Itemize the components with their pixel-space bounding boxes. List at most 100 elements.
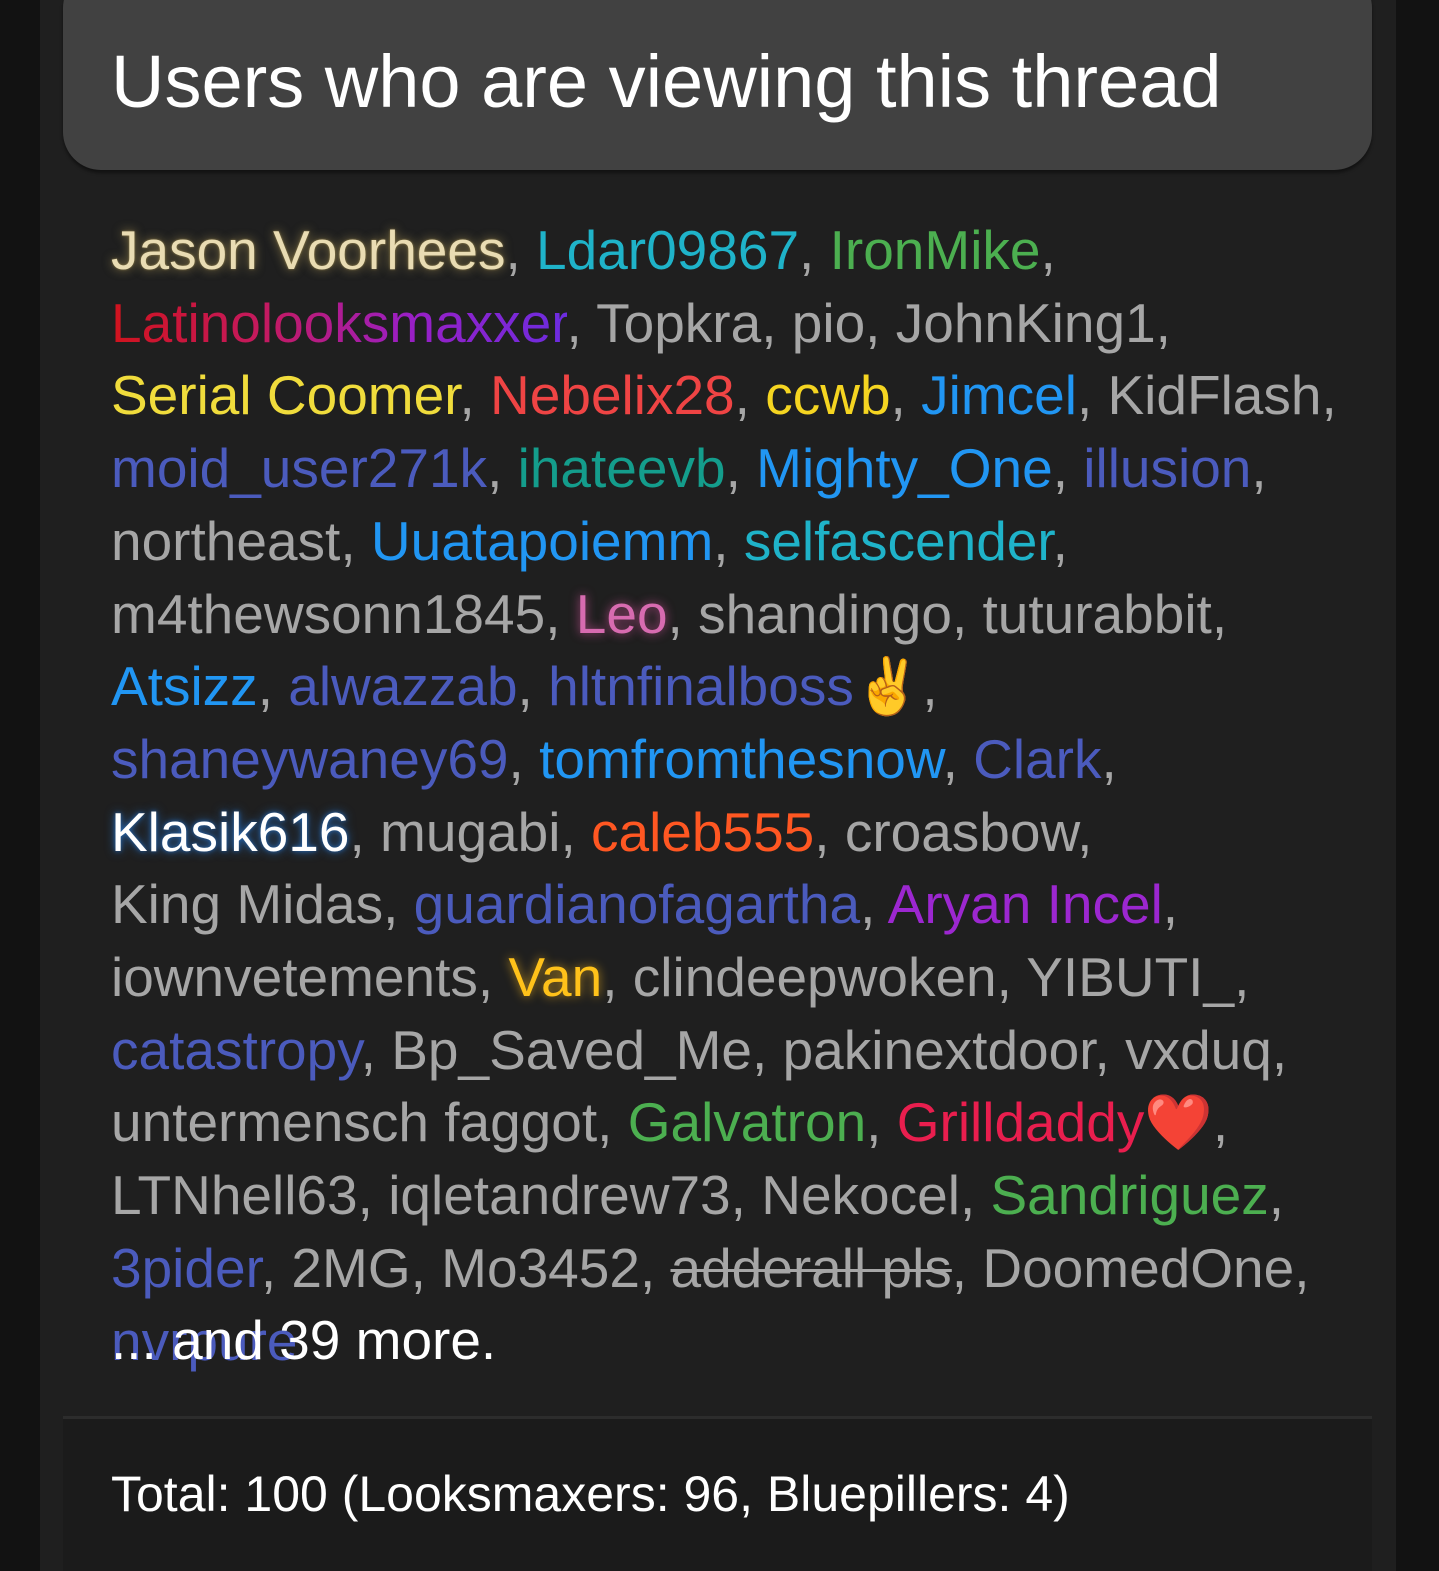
viewer-username-link[interactable]: 2MG bbox=[291, 1237, 410, 1299]
viewer-username-link[interactable]: pio bbox=[792, 292, 865, 354]
viewer-username-link[interactable]: Topkra bbox=[596, 292, 761, 354]
viewer-username-link[interactable]: vxduq bbox=[1125, 1019, 1272, 1081]
viewer-username-link[interactable]: LTNhell63 bbox=[111, 1164, 358, 1226]
username-separator: , bbox=[942, 727, 974, 790]
more-viewers-text: ... and 39 more. bbox=[111, 1309, 497, 1371]
viewer-username-link[interactable]: Jimcel bbox=[921, 364, 1077, 426]
thread-viewers-user-list: Jason Voorhees, Ldar09867, IronMike, Lat… bbox=[111, 214, 1341, 1377]
viewer-username-link[interactable]: Nekocel bbox=[761, 1164, 960, 1226]
viewer-username-link[interactable]: KidFlash bbox=[1108, 364, 1322, 426]
viewer-username-link[interactable]: shandingo bbox=[698, 583, 952, 645]
username-separator: , bbox=[1077, 800, 1093, 863]
viewer-username-link[interactable]: selfascender bbox=[744, 510, 1053, 572]
viewer-username-link[interactable]: Grilldaddy❤️ bbox=[897, 1091, 1213, 1153]
viewer-username-link[interactable]: IronMike bbox=[830, 219, 1041, 281]
username-separator: , bbox=[505, 219, 537, 281]
username-separator: , bbox=[340, 509, 371, 572]
viewer-username-link[interactable]: Klasik616 bbox=[111, 801, 349, 863]
username-separator: , bbox=[257, 655, 289, 718]
viewer-username-link[interactable]: Galvatron bbox=[628, 1091, 866, 1153]
username-separator: , bbox=[1162, 873, 1179, 936]
username-separator: , bbox=[487, 437, 518, 500]
viewer-username-link[interactable]: Uuatapoiemm bbox=[371, 510, 713, 572]
viewer-username-link[interactable]: JohnKing1 bbox=[896, 292, 1156, 354]
viewer-username-link[interactable]: DoomedOne bbox=[982, 1237, 1294, 1299]
viewer-username-link[interactable]: Mighty_One bbox=[756, 437, 1053, 499]
viewer-username-link[interactable]: tomfromthesnow bbox=[539, 728, 943, 790]
username-separator: , bbox=[1052, 437, 1084, 500]
viewer-username-link[interactable]: guardianofagartha bbox=[414, 873, 860, 935]
viewer-username-link[interactable]: Jason Voorhees bbox=[111, 219, 505, 281]
username-separator: , bbox=[1076, 364, 1108, 427]
viewer-username-link[interactable]: illusion bbox=[1083, 437, 1251, 499]
viewer-total-count: Total: 100 (Looksmaxers: 96, Bluepillers… bbox=[111, 1466, 1070, 1522]
username-separator: , bbox=[410, 1236, 442, 1299]
viewer-username-link[interactable]: untermensch faggot bbox=[111, 1091, 597, 1153]
viewer-username-link[interactable]: caleb555 bbox=[591, 801, 814, 863]
viewer-username-link[interactable]: Ldar09867 bbox=[536, 219, 799, 281]
username-separator: , bbox=[1211, 582, 1228, 645]
viewer-username-link[interactable]: alwazzab bbox=[288, 655, 517, 717]
viewer-username-link[interactable]: mugabi bbox=[380, 801, 560, 863]
viewer-username-link[interactable]: croasbow bbox=[845, 801, 1077, 863]
username-separator: , bbox=[865, 291, 896, 354]
viewer-username-link[interactable]: Serial Coomer bbox=[111, 364, 459, 426]
username-separator: , bbox=[1294, 1236, 1310, 1299]
viewer-username-link[interactable]: Clark bbox=[973, 728, 1101, 790]
username-separator: , bbox=[1101, 727, 1117, 790]
viewer-username-link[interactable]: catastropy bbox=[111, 1019, 361, 1081]
username-separator: , bbox=[1155, 291, 1171, 354]
username-separator: , bbox=[517, 655, 549, 718]
username-separator: , bbox=[477, 946, 509, 1009]
viewer-username-link[interactable]: Bp_Saved_Me bbox=[391, 1019, 752, 1081]
viewer-username-link[interactable]: northeast bbox=[111, 510, 340, 572]
username-separator: , bbox=[383, 873, 414, 936]
username-separator: , bbox=[725, 437, 757, 500]
viewer-username-link[interactable]: King Midas bbox=[111, 873, 383, 935]
username-separator: , bbox=[1271, 1018, 1288, 1081]
viewer-username-link[interactable]: Van bbox=[508, 946, 602, 1008]
viewer-username-link[interactable]: moid_user271k bbox=[111, 437, 487, 499]
viewer-username-link[interactable]: Latinolooksmaxxer bbox=[111, 292, 567, 354]
viewer-username-link[interactable]: 3pider bbox=[111, 1237, 261, 1299]
username-separator: , bbox=[734, 364, 766, 427]
viewer-username-link[interactable]: Atsizz bbox=[111, 655, 258, 717]
viewer-username-link[interactable]: ccwb bbox=[765, 364, 890, 426]
viewer-username-link[interactable]: hltnfinalboss✌️ bbox=[548, 655, 922, 717]
viewer-username-link[interactable]: shaneywaney69 bbox=[111, 728, 509, 790]
viewer-username-link[interactable]: iownvetements bbox=[111, 946, 478, 1008]
viewer-username-link[interactable]: Aryan Incel bbox=[888, 873, 1163, 935]
username-separator: , bbox=[1052, 509, 1068, 572]
username-separator: , bbox=[996, 946, 1027, 1009]
username-separator: , bbox=[860, 873, 888, 936]
username-separator: , bbox=[602, 946, 633, 1009]
username-separator: , bbox=[360, 1018, 392, 1081]
username-separator: , bbox=[1040, 219, 1056, 281]
viewer-username-link[interactable]: YIBUTI_ bbox=[1026, 946, 1234, 1008]
viewer-username-link[interactable]: Leo bbox=[576, 583, 668, 645]
username-separator: , bbox=[545, 582, 576, 645]
viewer-username-link[interactable]: iqletandrew73 bbox=[388, 1164, 730, 1226]
username-separator: , bbox=[597, 1091, 628, 1154]
username-separator: , bbox=[667, 582, 699, 645]
viewer-username-link[interactable]: pakinextdoor bbox=[783, 1019, 1095, 1081]
viewer-username-link[interactable]: clindeepwoken bbox=[633, 946, 997, 1008]
username-separator: , bbox=[730, 1164, 762, 1227]
viewer-username-link[interactable]: Sandriguez bbox=[991, 1164, 1269, 1226]
viewer-username-link[interactable]: Mo3452 bbox=[441, 1237, 640, 1299]
username-separator: , bbox=[799, 219, 830, 281]
username-separator: , bbox=[890, 364, 922, 427]
viewer-username-link[interactable]: Nebelix28 bbox=[490, 364, 735, 426]
username-separator: , bbox=[951, 582, 983, 645]
username-separator: , bbox=[951, 1236, 983, 1299]
viewer-username-link[interactable]: m4thewsonn1845 bbox=[111, 583, 545, 645]
viewer-username-link[interactable]: tuturabbit bbox=[983, 583, 1212, 645]
username-separator: , bbox=[959, 1164, 991, 1227]
username-separator: , bbox=[1251, 437, 1267, 500]
viewer-username-link[interactable]: ihateevb bbox=[518, 437, 726, 499]
username-separator: , bbox=[1094, 1018, 1126, 1081]
username-separator: , bbox=[566, 291, 597, 354]
username-separator: , bbox=[260, 1236, 292, 1299]
username-separator: , bbox=[1212, 1091, 1229, 1154]
viewer-username-link[interactable]: adderall pls bbox=[671, 1237, 952, 1299]
